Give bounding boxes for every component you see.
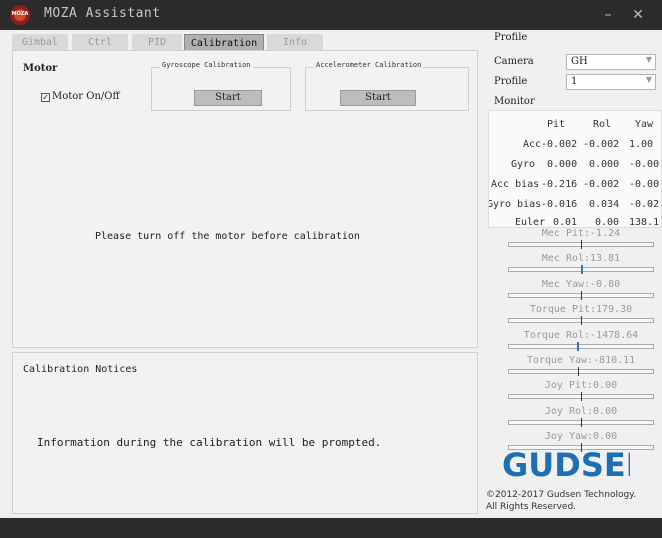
- bar-track: [508, 392, 654, 402]
- copyright-line-1: ©2012-2017 Gudsen Technology.: [486, 490, 637, 500]
- camera-select-value: GH: [571, 56, 588, 67]
- notices-message: Information during the calibration will …: [37, 436, 382, 449]
- monitor-cell: -0.002: [583, 179, 620, 190]
- calibration-panel: Motor ✓ Motor On/Off Gyroscope Calibratio…: [12, 50, 478, 348]
- gyro-calibration-title: Gyroscope Calibration: [160, 61, 253, 69]
- profile-select[interactable]: 1 ▼: [566, 74, 656, 90]
- monitor-cell: 0.00: [595, 217, 620, 228]
- monitor-row-name: Euler: [515, 217, 546, 228]
- accel-calibration-group: Accelerometer Calibration Start: [305, 61, 469, 111]
- accel-calibration-title: Accelerometer Calibration: [314, 61, 424, 69]
- bar-label: Joy Pit:0.00: [544, 380, 618, 392]
- bar-indicator: [581, 417, 582, 427]
- bar-label: Torque Yaw:-810.11: [526, 355, 636, 366]
- monitor-cell: 0.034: [589, 199, 620, 210]
- bar-indicator: [581, 290, 582, 300]
- monitor-table: Pit Rol Yaw Acc -0.002 -0.002 1.00 Gyro …: [488, 110, 662, 228]
- notices-panel: [12, 352, 478, 514]
- gudsen-logo: GUDSEN: [502, 446, 630, 480]
- tab-info[interactable]: Info: [267, 34, 323, 51]
- bar-label: Torque Rol:-1478.64: [523, 329, 639, 341]
- motor-group: Motor ✓ Motor On/Off: [19, 59, 155, 111]
- monitor-header-yaw: Yaw: [635, 119, 654, 130]
- bar-track: [508, 316, 654, 326]
- bar-label: Joy Yaw:0.00: [544, 431, 618, 443]
- monitor-cell: -0.00: [629, 159, 660, 170]
- camera-label: Camera: [494, 56, 534, 67]
- profile-label: Profile: [494, 76, 528, 87]
- accel-start-button[interactable]: Start: [340, 90, 416, 106]
- bar-label: Joy Rol:0.00: [544, 405, 618, 417]
- monitor-header-pit: Pit: [547, 119, 566, 130]
- gyro-calibration-group: Gyroscope Calibration Start: [151, 61, 291, 111]
- monitor-cell: 1.00: [629, 139, 654, 150]
- bar-indicator: [581, 265, 583, 275]
- copyright-line-2: All Rights Reserved.: [486, 502, 577, 512]
- motor-title: Motor: [23, 63, 58, 74]
- gudsen-logo-text: GUDSEN: [502, 446, 630, 480]
- monitor-row-name: Gyro bias: [488, 199, 542, 210]
- status-bar: [0, 518, 662, 538]
- monitor-cell: -0.02: [629, 199, 660, 210]
- window-title: MOZA Assistant: [44, 6, 161, 21]
- monitor-cell: 138.1: [629, 217, 660, 228]
- tab-ctrl[interactable]: Ctrl: [72, 34, 128, 51]
- monitor-row-name: Gyro: [511, 159, 536, 170]
- monitor-label: Monitor: [494, 96, 535, 107]
- monitor-cell: 0.000: [589, 159, 620, 170]
- bar-indicator: [578, 367, 580, 376]
- monitor-cell: -0.216: [541, 179, 578, 190]
- profile-section-label: Profile: [494, 32, 528, 43]
- bar-indicator: [581, 316, 582, 326]
- tab-gimbal[interactable]: Gimbal: [12, 34, 68, 51]
- monitor-row-name: Acc: [523, 139, 542, 150]
- notices-title: Calibration Notices: [23, 364, 138, 375]
- profile-select-value: 1: [571, 76, 578, 87]
- chevron-down-icon: ▼: [645, 55, 652, 64]
- gyro-start-button[interactable]: Start: [194, 90, 262, 106]
- bar-label: Torque Pit:179.30: [529, 304, 633, 316]
- bar-label: Mec Rol:13.81: [541, 253, 621, 265]
- bar-indicator: [581, 240, 582, 249]
- bar-label: Mec Pit:-1.24: [541, 228, 621, 239]
- monitor-row-name: Acc bias: [491, 179, 540, 190]
- logo-text: MOZA: [11, 11, 29, 17]
- camera-select[interactable]: GH ▼: [566, 54, 656, 70]
- motor-toggle-checkbox[interactable]: ✓ Motor On/Off: [41, 91, 120, 102]
- bar-track: [508, 265, 654, 275]
- monitor-cell: -0.002: [541, 139, 578, 150]
- tab-pid[interactable]: PID: [132, 34, 182, 51]
- checkbox-checked-icon: ✓: [41, 93, 50, 102]
- close-button[interactable]: ✕: [628, 5, 648, 25]
- monitor-cell: 0.000: [547, 159, 578, 170]
- bar-track: [508, 290, 654, 300]
- bar-track: [508, 367, 654, 376]
- bar-track: [508, 341, 654, 351]
- motor-checkbox-label: Motor On/Off: [52, 91, 120, 102]
- monitor-cell: -0.016: [541, 199, 578, 210]
- monitor-cell: 0.01: [553, 217, 578, 228]
- monitor-header-rol: Rol: [593, 119, 612, 130]
- bar-indicator: [576, 341, 579, 351]
- bar-label: Mec Yaw:-0.80: [541, 278, 621, 290]
- bar-track: [508, 417, 654, 427]
- chevron-down-icon: ▼: [645, 75, 652, 84]
- minimize-button[interactable]: –: [598, 5, 618, 25]
- tab-calibration[interactable]: Calibration: [184, 34, 264, 51]
- monitor-cell: -0.002: [583, 139, 620, 150]
- monitor-cell: -0.00: [629, 179, 660, 190]
- bar-track: [508, 240, 654, 249]
- motor-off-message: Please turn off the motor before calibra…: [95, 231, 360, 242]
- bar-indicator: [581, 392, 582, 402]
- moza-logo-icon: MOZA: [10, 5, 30, 25]
